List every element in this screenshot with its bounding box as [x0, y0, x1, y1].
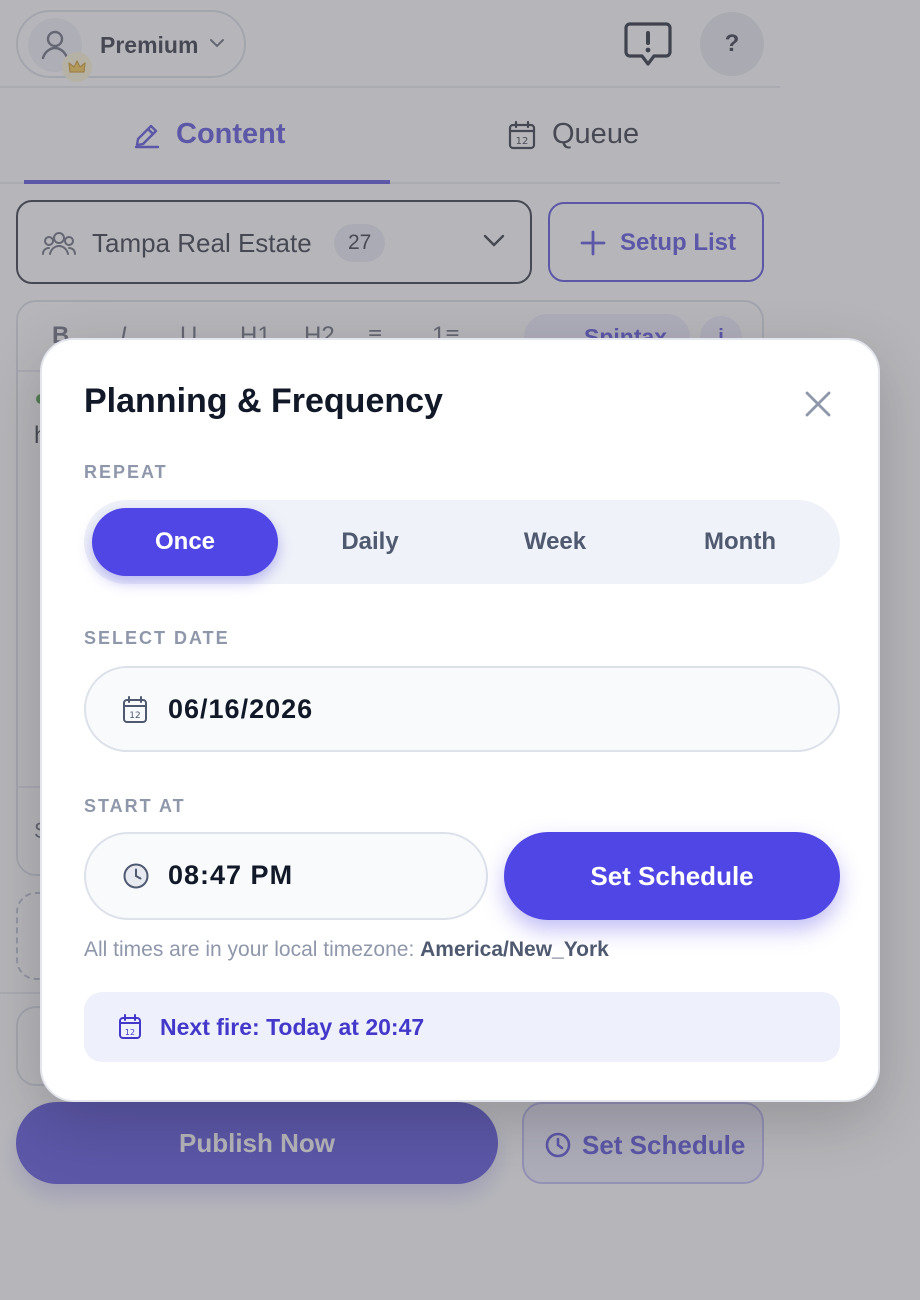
set-schedule-button[interactable]: Set Schedule — [504, 832, 840, 920]
repeat-option-daily[interactable]: Daily — [277, 508, 463, 576]
timezone-note: All times are in your local timezone: Am… — [84, 938, 609, 962]
repeat-label: REPEAT — [84, 462, 168, 482]
repeat-option-month[interactable]: Month — [647, 508, 833, 576]
next-fire-banner: 12 Next fire: Today at 20:47 — [84, 992, 840, 1062]
planning-modal: Planning & Frequency REPEAT Once Daily W… — [40, 338, 880, 1102]
select-date-label: SELECT DATE — [84, 628, 230, 648]
repeat-option-once[interactable]: Once — [92, 508, 278, 576]
calendar-icon: 12 — [123, 696, 147, 723]
repeat-option-week[interactable]: Week — [462, 508, 648, 576]
time-input[interactable]: 08:47 PM — [84, 832, 488, 920]
start-at-label: START AT — [84, 796, 186, 816]
svg-text:12: 12 — [125, 1028, 135, 1037]
date-value: 06/16/2026 — [168, 694, 314, 724]
calendar-icon: 12 — [119, 1014, 141, 1039]
page: Premium ? Content — [0, 0, 920, 1300]
time-value: 08:47 PM — [168, 860, 294, 890]
timezone-value: America/New_York — [420, 938, 609, 961]
clock-icon — [123, 863, 149, 889]
modal-title: Planning & Frequency — [84, 382, 443, 420]
svg-text:12: 12 — [129, 711, 140, 721]
timezone-prefix: All times are in your local timezone: — [84, 938, 421, 961]
repeat-selector: Once Daily Week Month — [84, 500, 840, 584]
close-icon — [805, 391, 831, 417]
next-fire-text: Next fire: Today at 20:47 — [160, 1014, 425, 1040]
date-input[interactable]: 12 06/16/2026 — [84, 666, 840, 752]
close-button[interactable] — [798, 384, 838, 424]
